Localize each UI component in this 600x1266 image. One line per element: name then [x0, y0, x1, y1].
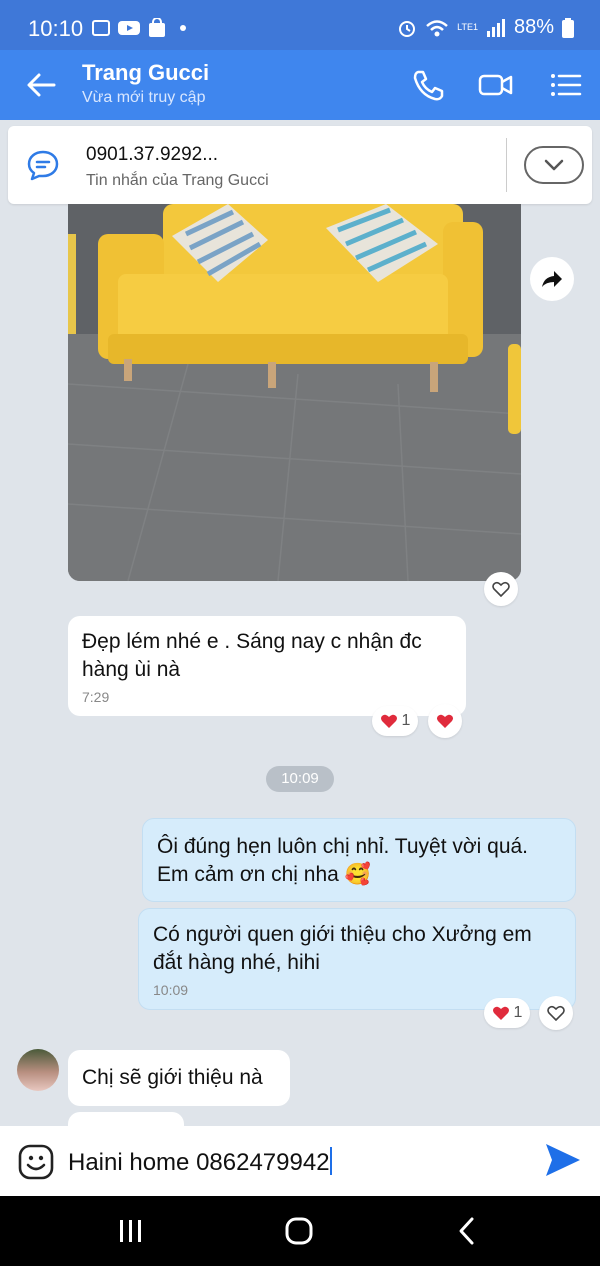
notification-dot-icon	[180, 25, 186, 31]
message-text: Ôi đúng hẹn luôn chị nhỉ. Tuyệt vời quá.…	[157, 835, 529, 886]
contact-status: Vừa mới truy cập	[82, 89, 206, 106]
phone-icon[interactable]	[410, 68, 446, 102]
message-text: Có người quen giới thiệu cho Xưởng em đắ…	[153, 923, 532, 974]
chevron-down-icon	[544, 159, 564, 171]
message-time: 10:09	[153, 982, 189, 998]
forward-arrow-icon	[542, 271, 562, 287]
message-bubble-incoming[interactable]: Đẹp lém nhé e . Sáng nay c nhận đc hàng …	[68, 616, 466, 716]
chat-header: Trang Gucci Vừa mới truy cập	[0, 50, 600, 120]
system-nav-bar	[0, 1196, 600, 1266]
avatar[interactable]	[17, 1049, 59, 1091]
photo-message[interactable]	[68, 204, 521, 581]
video-icon[interactable]	[478, 68, 514, 102]
message-input[interactable]: Haini home 0862479942	[68, 1147, 332, 1177]
network-label: LTE1	[457, 22, 478, 32]
pinned-message[interactable]: 0901.37.9292... Tin nhắn của Trang Gucci	[8, 126, 592, 204]
alarm-icon	[399, 20, 416, 37]
message-bubble-incoming[interactable]: Chị sẽ giới thiệu nà	[68, 1050, 290, 1106]
message-bubble-outgoing[interactable]: Ôi đúng hẹn luôn chị nhỉ. Tuyệt vời quá.…	[142, 818, 576, 902]
message-text: Chị sẽ giới thiệu nà	[82, 1066, 263, 1089]
message-input-text: Haini home 0862479942	[68, 1149, 330, 1176]
battery-icon	[562, 17, 574, 38]
status-time: 10:10	[28, 16, 84, 41]
heart-outline-icon	[492, 581, 510, 597]
reaction-summary[interactable]: 1	[484, 998, 530, 1028]
youtube-icon	[118, 21, 140, 35]
reaction-summary[interactable]: 1	[372, 706, 418, 736]
pinned-phone: 0901.37.9292...	[86, 144, 219, 165]
reaction-count: 1	[401, 712, 411, 729]
expand-pinned-button[interactable]	[524, 146, 584, 184]
message-time: 7:29	[82, 689, 110, 705]
react-button[interactable]	[539, 996, 573, 1030]
heart-icon	[437, 714, 453, 728]
reaction-count: 1	[513, 1004, 523, 1021]
signal-icon	[486, 18, 505, 37]
send-icon[interactable]	[544, 1142, 582, 1178]
chat-bubble-icon	[27, 150, 59, 181]
battery-percent: 88%	[513, 16, 554, 38]
heart-icon	[492, 1006, 509, 1020]
shopping-icon	[149, 18, 165, 37]
share-button[interactable]	[530, 257, 574, 301]
divider	[506, 138, 507, 192]
react-button[interactable]	[428, 704, 462, 738]
recent-apps-icon[interactable]	[118, 1218, 144, 1244]
pinned-description: Tin nhắn của Trang Gucci	[86, 172, 269, 189]
time-divider: 10:09	[266, 766, 334, 792]
message-text: Đẹp lém nhé e . Sáng nay c nhận đc hàng …	[82, 630, 422, 681]
heart-outline-icon	[547, 1005, 565, 1021]
wifi-icon	[426, 19, 448, 36]
home-icon[interactable]	[284, 1216, 314, 1246]
sofa-photo	[68, 204, 521, 581]
back-arrow-icon[interactable]	[24, 68, 58, 102]
message-composer: Haini home 0862479942	[0, 1126, 600, 1196]
back-nav-icon[interactable]	[456, 1216, 476, 1246]
emoji-sticker-icon[interactable]	[18, 1144, 54, 1180]
contact-name[interactable]: Trang Gucci	[82, 60, 209, 86]
message-bubble-outgoing[interactable]: Có người quen giới thiệu cho Xưởng em đắ…	[138, 908, 576, 1010]
react-button[interactable]	[484, 572, 518, 606]
text-caret	[329, 1147, 332, 1175]
gallery-icon	[92, 20, 110, 36]
menu-icon[interactable]	[548, 68, 584, 102]
heart-icon	[380, 714, 397, 728]
